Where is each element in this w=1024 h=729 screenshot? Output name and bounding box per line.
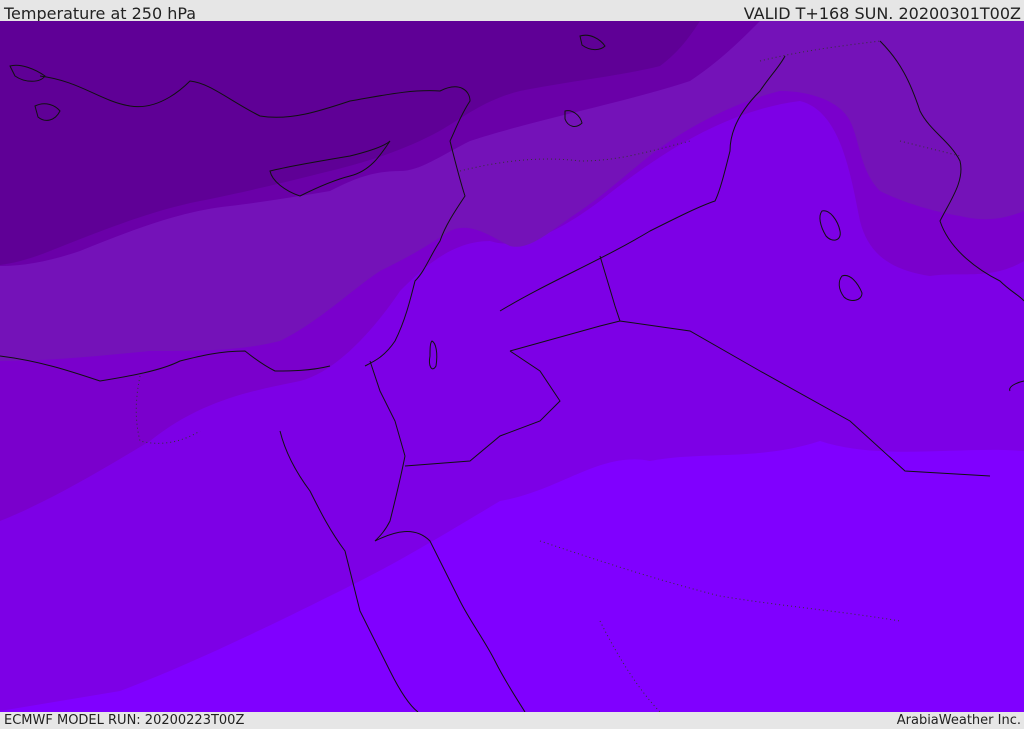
model-run-label: ECMWF MODEL RUN: 20200223T00Z [4,713,245,728]
weather-map-page: Temperature at 250 hPa VALID T+168 SUN. … [0,0,1024,729]
temperature-map [0,21,1024,712]
credit-label: ArabiaWeather Inc. [896,713,1021,728]
map-svg [0,21,1024,712]
